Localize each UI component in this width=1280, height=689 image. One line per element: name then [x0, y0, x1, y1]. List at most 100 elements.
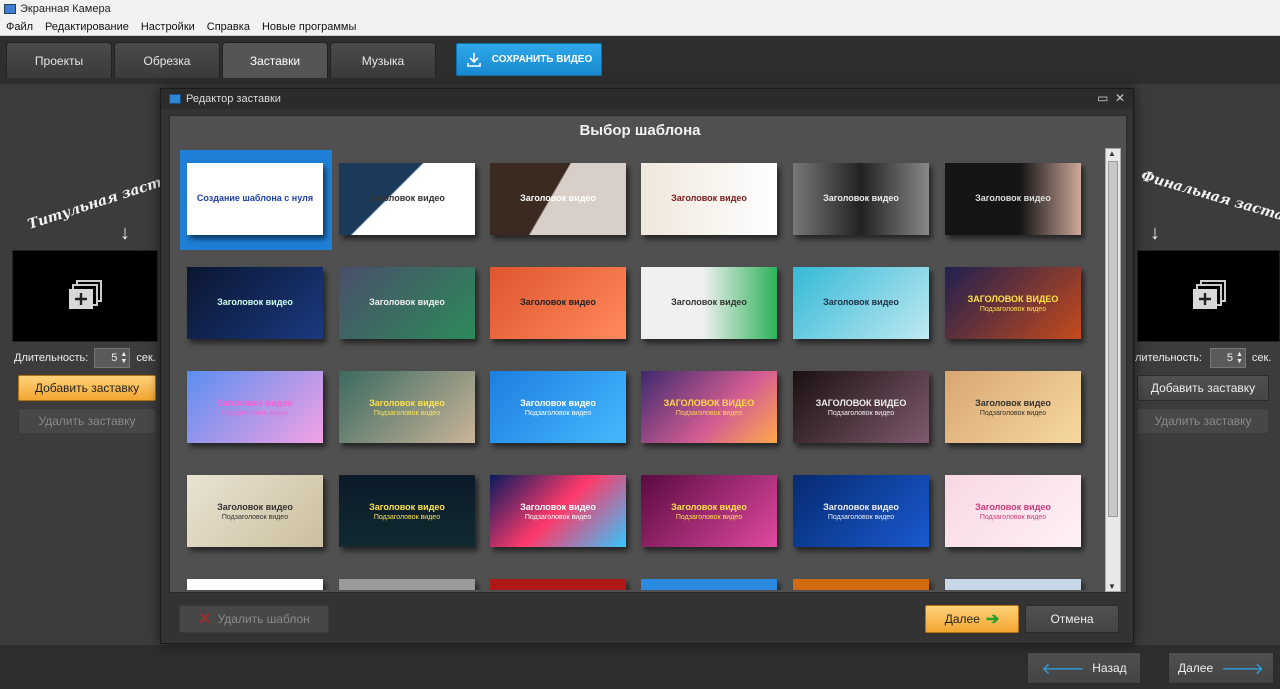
next-button[interactable]: Далее 🡒 — [1168, 652, 1274, 684]
template-title: Создание шаблона с нуля — [196, 193, 314, 203]
template-thumbnail[interactable] — [945, 579, 1081, 590]
delete-intro-button[interactable]: Удалить заставку — [18, 408, 156, 434]
arrow-right-icon: 🡒 — [1221, 660, 1265, 678]
template-thumbnail[interactable] — [641, 579, 777, 590]
template-scrollbar[interactable]: ▲ ▼ — [1105, 148, 1121, 592]
template-thumbnail[interactable]: Заголовок видео — [641, 163, 777, 235]
template-thumbnail[interactable]: Заголовок видео Подзаголовок видео — [945, 475, 1081, 547]
scroll-down-icon[interactable]: ▼ — [1108, 582, 1116, 591]
template-thumbnail[interactable]: Заголовок видео — [490, 163, 626, 235]
close-icon[interactable]: ✕ — [1115, 91, 1125, 105]
template-thumbnail[interactable]: Заголовок видео — [339, 163, 475, 235]
delete-template-button[interactable]: ✕ Удалить шаблон — [179, 605, 329, 633]
template-title: Заголовок видео — [520, 297, 596, 307]
template-subtitle: Подзаголовок видео — [524, 409, 592, 417]
template-thumbnail[interactable]: Заголовок видео — [641, 267, 777, 339]
back-button[interactable]: 🡐 Назад — [1027, 652, 1141, 684]
template-subtitle: Подзаголовок видео — [221, 513, 289, 521]
template-title: Заголовок видео — [520, 397, 596, 408]
next-label: Далее — [1177, 661, 1214, 675]
spin-arrows-icon[interactable]: ▲ ▼ — [1236, 351, 1243, 365]
duration-spinner[interactable]: 5 ▲ ▼ — [1209, 348, 1246, 368]
title-duration-row: Длительность: 5 ▲ ▼ сек. — [14, 348, 156, 368]
template-thumbnail[interactable]: Заголовок видео — [339, 267, 475, 339]
template-title: Заголовок видео — [975, 397, 1051, 408]
menu-file[interactable]: Файл — [0, 21, 39, 33]
template-thumbnail[interactable]: Заголовок видео Подзаголовок видео — [187, 475, 323, 547]
template-thumbnail[interactable]: ЗАГОЛОВОК ВИДЕО Подзаголовок видео — [793, 371, 929, 443]
template-heading: Выбор шаблона — [579, 122, 701, 139]
template-thumbnail[interactable] — [187, 579, 323, 590]
arrow-left-icon: 🡐 — [1041, 660, 1085, 678]
template-thumbnail[interactable] — [490, 579, 626, 590]
template-thumbnail[interactable] — [793, 579, 929, 590]
template-thumbnail[interactable]: Заголовок видео Подзаголовок видео — [339, 371, 475, 443]
delete-template-label: Удалить шаблон — [217, 612, 310, 626]
template-title: Заголовок видео — [975, 193, 1051, 203]
add-intro-button[interactable]: Добавить заставку — [18, 375, 156, 401]
back-label: Назад — [1092, 661, 1127, 675]
template-thumbnail[interactable]: Заголовок видео — [793, 163, 929, 235]
template-subtitle: Подзаголовок видео — [827, 513, 895, 521]
dialog-cancel-button[interactable]: Отмена — [1025, 605, 1119, 633]
template-thumbnail[interactable]: Заголовок видео Подзаголовок видео — [641, 475, 777, 547]
template-panel: Выбор шаблона Создание шаблона с нуля Заг… — [169, 115, 1127, 593]
template-thumbnail[interactable]: Заголовок видео — [945, 163, 1081, 235]
template-thumbnail[interactable]: Заголовок видео Подзаголовок видео — [490, 475, 626, 547]
template-thumbnail[interactable]: Заголовок видео — [187, 267, 323, 339]
template-title: ЗАГОЛОВОК ВИДЕО — [967, 293, 1059, 304]
template-thumbnail[interactable]: Заголовок видео Подзаголовок видео — [187, 371, 323, 443]
menu-edit[interactable]: Редактирование — [39, 21, 135, 33]
duration-label: Длительность: — [14, 352, 89, 364]
template-thumbnail[interactable]: ЗАГОЛОВОК ВИДЕО Подзаголовок видео — [641, 371, 777, 443]
template-title: Заголовок видео — [369, 193, 445, 203]
dialog-next-label: Далее — [944, 612, 980, 626]
template-thumbnail[interactable]: Заголовок видео — [490, 267, 626, 339]
dialog-next-button[interactable]: Далее ➔ — [925, 605, 1019, 633]
template-title: ЗАГОЛОВОК ВИДЕО — [663, 397, 755, 408]
template-title: Заголовок видео — [369, 297, 445, 307]
template-thumbnail[interactable]: Заголовок видео Подзаголовок видео — [490, 371, 626, 443]
spin-arrows-icon[interactable]: ▲ ▼ — [120, 351, 127, 365]
delete-final-button[interactable]: Удалить заставку — [1137, 408, 1269, 434]
template-subtitle: Подзаголовок видео — [221, 409, 289, 417]
tab-trim[interactable]: Обрезка — [114, 42, 220, 78]
add-final-button[interactable]: Добавить заставку — [1137, 375, 1269, 401]
dialog-titlebar: Редактор заставки — [161, 89, 1133, 109]
template-title: Заголовок видео — [217, 397, 293, 408]
template-thumbnail[interactable]: Заголовок видео Подзаголовок видео — [793, 475, 929, 547]
template-subtitle: Подзаголовок видео — [524, 513, 592, 521]
template-thumbnail[interactable]: Заголовок видео — [793, 267, 929, 339]
duration-spinner[interactable]: 5 ▲ ▼ — [94, 348, 131, 368]
maximize-icon[interactable]: ▭ — [1097, 91, 1108, 105]
template-thumbnail[interactable]: Заголовок видео Подзаголовок видео — [339, 475, 475, 547]
template-subtitle: Подзаголовок видео — [827, 409, 895, 417]
download-icon — [466, 52, 481, 67]
tab-intros[interactable]: Заставки — [222, 42, 328, 78]
save-video-label: СОХРАНИТЬ ВИДЕО — [491, 54, 593, 65]
template-title: Заголовок видео — [520, 501, 596, 512]
scroll-up-icon[interactable]: ▲ — [1108, 149, 1116, 158]
template-thumbnail[interactable]: Заголовок видео Подзаголовок видео — [945, 371, 1081, 443]
add-slide-icon — [69, 280, 102, 309]
menu-help[interactable]: Справка — [201, 21, 256, 33]
add-slide-icon — [1192, 280, 1226, 309]
template-title: Заголовок видео — [369, 501, 445, 512]
template-title: Заголовок видео — [823, 297, 899, 307]
tab-bar: Проекты Обрезка Заставки Музыка — [0, 36, 1280, 84]
save-video-button[interactable]: СОХРАНИТЬ ВИДЕО — [456, 43, 602, 76]
tab-music[interactable]: Музыка — [330, 42, 436, 78]
template-subtitle: Подзаголовок видео — [675, 513, 743, 521]
tab-projects[interactable]: Проекты — [6, 42, 112, 78]
template-title: Заголовок видео — [217, 297, 293, 307]
window-titlebar: Экранная Камера — [0, 0, 1280, 18]
template-thumbnail[interactable]: ЗАГОЛОВОК ВИДЕО Подзаголовок видео — [945, 267, 1081, 339]
menu-new-programs[interactable]: Новые программы — [256, 21, 362, 33]
title-intro-preview[interactable] — [12, 250, 158, 342]
template-blank[interactable]: Создание шаблона с нуля — [187, 163, 323, 235]
template-thumbnail[interactable] — [339, 579, 475, 590]
green-arrow-right-icon: ➔ — [985, 611, 1000, 628]
final-intro-preview[interactable] — [1137, 250, 1280, 342]
menu-settings[interactable]: Настройки — [135, 21, 201, 33]
scroll-thumb[interactable] — [1108, 161, 1118, 517]
